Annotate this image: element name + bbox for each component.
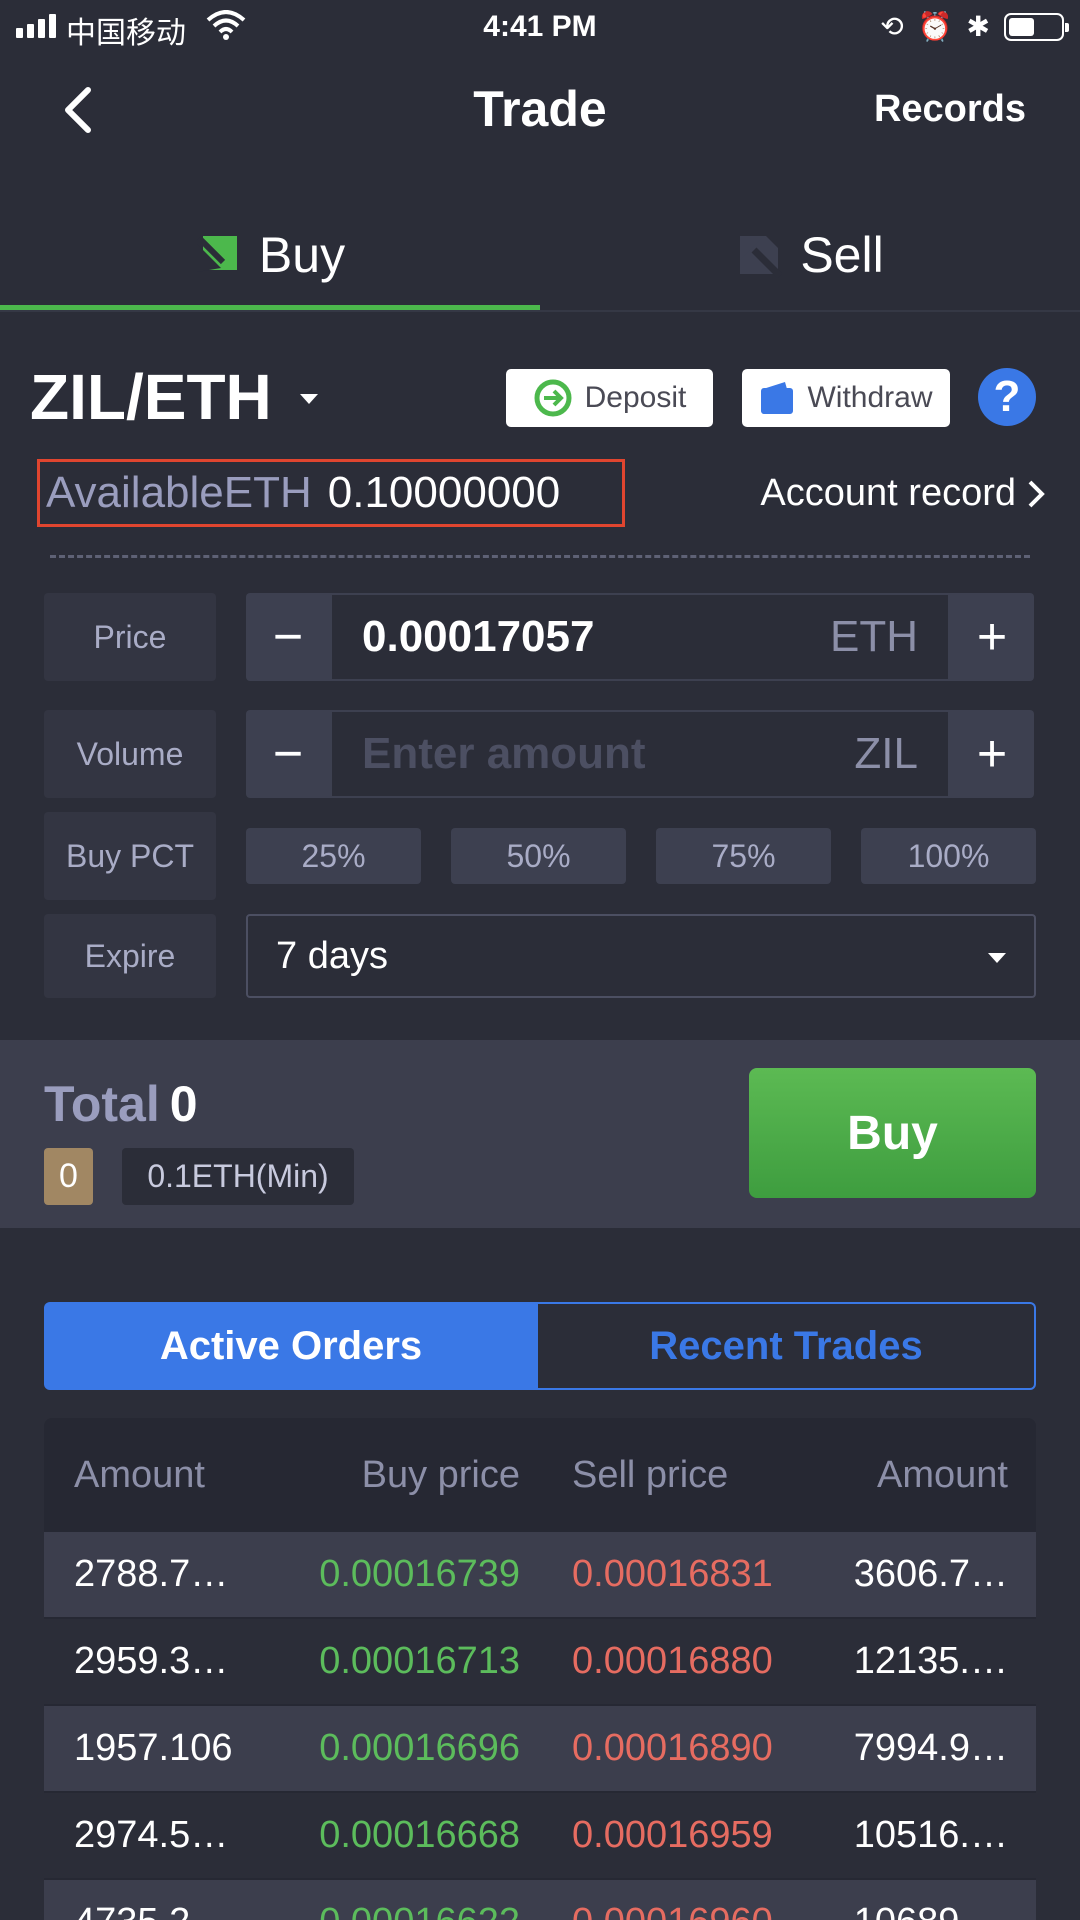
pct-75-button[interactable]: 75%: [656, 828, 831, 884]
available-balance: AvailableETH 0.10000000: [37, 459, 625, 527]
withdraw-button[interactable]: Withdraw: [742, 369, 950, 427]
pct-100-button[interactable]: 100%: [861, 828, 1036, 884]
tab-buy[interactable]: Buy: [0, 205, 540, 305]
pair-selector[interactable]: ZIL/ETH: [30, 360, 318, 434]
chevron-down-icon: [988, 953, 1006, 963]
battery-icon: [1004, 12, 1069, 41]
minimum-badge: 0.1ETH(Min): [122, 1148, 354, 1205]
caret-down-icon: [299, 394, 318, 404]
table-header: Amount Buy price Sell price Amount: [44, 1418, 1036, 1532]
pct-50-button[interactable]: 50%: [451, 828, 626, 884]
table-row[interactable]: 2959.3… 0.00016713 0.00016880 12135.…: [44, 1619, 1036, 1706]
buy-amount: 1957.106: [74, 1727, 233, 1769]
buy-price: 0.00016622: [244, 1901, 520, 1920]
price-increase-button[interactable]: +: [950, 593, 1034, 681]
deposit-icon: [534, 379, 572, 417]
buy-price: 0.00016713: [319, 1640, 520, 1682]
sell-amount: 3606.7…: [853, 1553, 1008, 1595]
tab-sell-label: Sell: [800, 227, 884, 283]
table-row[interactable]: 2974.5… 0.00016668 0.00016959 10516.…: [44, 1793, 1036, 1880]
tab-active-orders[interactable]: Active Orders: [44, 1302, 538, 1390]
tab-recent-trades[interactable]: Recent Trades: [538, 1302, 1036, 1390]
pct-25-button[interactable]: 25%: [246, 828, 421, 884]
sell-price: 0.00016890: [572, 1727, 773, 1769]
buy-price: 0.00016668: [319, 1814, 520, 1856]
price-decrease-button[interactable]: −: [246, 593, 330, 681]
volume-placeholder: Enter amount: [362, 729, 646, 778]
total-label-text: Total: [44, 1076, 160, 1132]
header-amount-buy: Amount: [74, 1453, 205, 1496]
available-label: AvailableETH: [46, 468, 312, 517]
buy-pct-label: Buy PCT: [44, 812, 216, 900]
buy-amount: 4735.2…: [44, 1901, 244, 1920]
buy-price: 0.00016739: [319, 1553, 520, 1595]
sell-price: 0.00016960: [520, 1901, 820, 1920]
sell-price: 0.00016831: [572, 1553, 773, 1595]
chevron-right-icon: [1028, 480, 1045, 507]
total-label: Total 0: [44, 1075, 198, 1133]
dashed-divider: [50, 555, 1030, 558]
withdraw-label: Withdraw: [807, 381, 933, 414]
header-sell-price: Sell price: [572, 1453, 729, 1496]
tab-buy-label: Buy: [258, 227, 346, 283]
price-input[interactable]: 0.00017057 ETH: [330, 593, 950, 681]
sell-amount: 10516.…: [853, 1814, 1008, 1856]
table-row[interactable]: 4735.2… 0.00016622 0.00016960 10689.…: [44, 1880, 1036, 1920]
volume-label: Volume: [44, 710, 216, 798]
price-value: 0.00017057: [362, 612, 595, 661]
sell-arrow-icon: [740, 236, 783, 278]
wallet-icon: [761, 382, 794, 414]
header-amount-sell: Amount: [877, 1453, 1008, 1496]
tab-sell[interactable]: Sell: [540, 205, 1080, 305]
price-label: Price: [44, 593, 216, 681]
total-value: 0: [169, 1076, 198, 1132]
buy-price: 0.00016696: [319, 1727, 520, 1769]
buy-submit-button[interactable]: Buy: [749, 1068, 1036, 1198]
volume-increase-button[interactable]: +: [950, 710, 1034, 798]
volume-input[interactable]: Enter amount ZIL: [330, 710, 950, 798]
available-value: 0.10000000: [327, 468, 561, 517]
price-unit: ETH: [830, 612, 918, 661]
divider: [0, 310, 1080, 312]
account-record-link[interactable]: Account record: [760, 472, 1046, 515]
help-button[interactable]: ?: [978, 368, 1036, 426]
deposit-button[interactable]: Deposit: [506, 369, 713, 427]
account-record-label: Account record: [760, 472, 1016, 514]
buy-arrow-icon: [196, 235, 237, 272]
records-link[interactable]: Records: [874, 88, 1026, 131]
buy-amount: 2959.3…: [74, 1640, 229, 1682]
sell-price: 0.00016880: [572, 1640, 773, 1682]
alarm-icon: ⏰: [917, 11, 953, 42]
rotation-lock-icon: ⟲: [880, 11, 904, 42]
status-icons: ⟲ ⏰ ✱: [880, 10, 1069, 43]
volume-unit: ZIL: [854, 729, 918, 778]
expire-select[interactable]: 7 days: [246, 914, 1036, 998]
order-book-table: Amount Buy price Sell price Amount 2788.…: [44, 1418, 1036, 1920]
header-buy-price: Buy price: [361, 1453, 520, 1496]
bluetooth-icon: ✱: [966, 11, 990, 42]
quantity-badge: 0: [44, 1148, 93, 1205]
status-bar: 中国移动 4:41 PM ⟲ ⏰ ✱: [0, 0, 1080, 52]
sell-price: 0.00016959: [572, 1814, 773, 1856]
buy-amount: 2788.7…: [74, 1553, 229, 1595]
volume-decrease-button[interactable]: −: [246, 710, 330, 798]
table-row[interactable]: 1957.106 0.00016696 0.00016890 7994.9…: [44, 1706, 1036, 1793]
pair-label: ZIL/ETH: [30, 361, 272, 433]
sell-amount: 12135.…: [853, 1640, 1008, 1682]
table-row[interactable]: 2788.7… 0.00016739 0.00016831 3606.7…: [44, 1532, 1036, 1619]
expire-value: 7 days: [276, 934, 388, 977]
sell-amount: 7994.9…: [853, 1727, 1008, 1769]
buy-amount: 2974.5…: [74, 1814, 229, 1856]
expire-label: Expire: [44, 914, 216, 998]
deposit-label: Deposit: [584, 381, 687, 414]
sell-amount: 10689.…: [820, 1901, 1036, 1920]
